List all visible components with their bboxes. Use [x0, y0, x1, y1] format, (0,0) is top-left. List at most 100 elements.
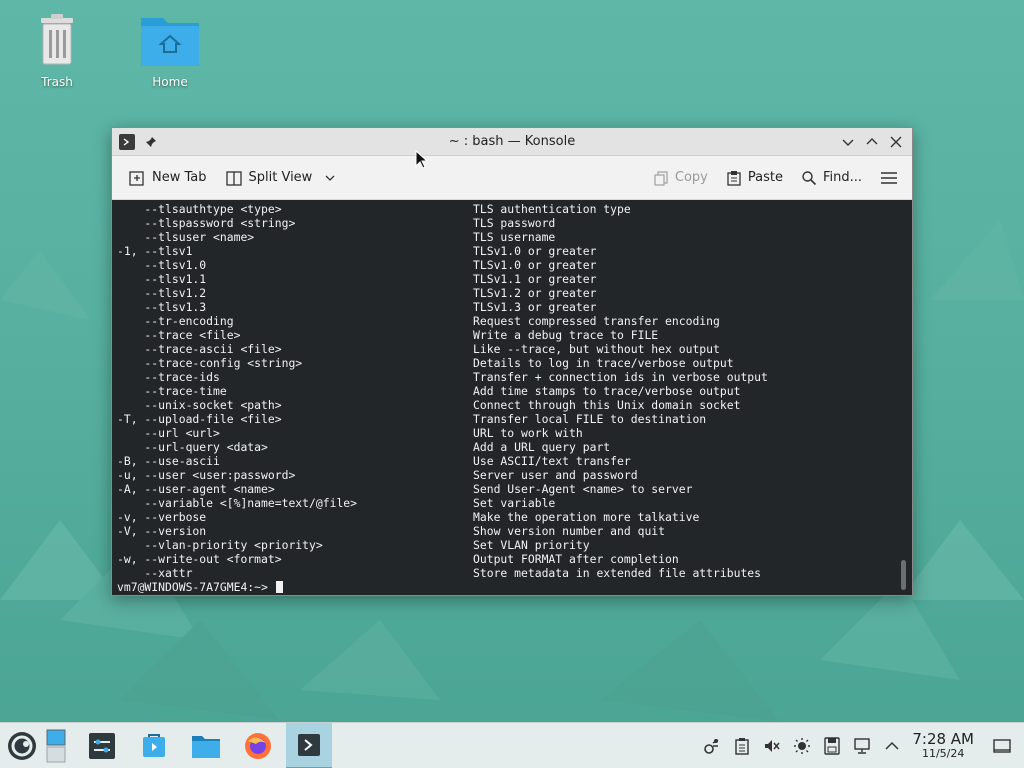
option-description: Make the operation more talkative: [473, 510, 700, 524]
taskbar-item-firefox[interactable]: [236, 723, 280, 768]
terminal-line: --tlspassword <string> TLS password: [117, 216, 912, 230]
terminal-line: -A, --user-agent <name> Send User-Agent <…: [117, 482, 912, 496]
option-description: TLSv1.2 or greater: [473, 286, 597, 300]
option-description: Transfer local FILE to destination: [473, 412, 707, 426]
taskbar-item-konsole[interactable]: [286, 722, 332, 768]
konsole-window[interactable]: ~ : bash — Konsole New Tab Split View Co…: [111, 127, 913, 596]
taskbar: 7:28 AM 11/5/24: [0, 722, 1024, 768]
option-description: Request compressed transfer encoding: [473, 314, 720, 328]
terminal-line: -T, --upload-file <file> Transfer local F…: [117, 412, 912, 426]
home-folder-icon: [141, 18, 199, 66]
terminal-line: --tlsauthtype <type> TLS authentication t…: [117, 202, 912, 216]
taskbar-item-discover[interactable]: [132, 723, 176, 768]
option-description: TLSv1.3 or greater: [473, 300, 597, 314]
terminal-line: --trace-ids Transfer + connection ids in …: [117, 370, 912, 384]
taskbar-item-pager[interactable]: [44, 723, 68, 768]
discover-store-icon: [143, 733, 165, 757]
system-settings-icon: [89, 732, 115, 759]
clock-date: 11/5/24: [921, 746, 965, 760]
copy-label: Copy: [674, 170, 708, 185]
taskbar-item-file-manager[interactable]: [184, 723, 228, 768]
chevron-up-icon[interactable]: [882, 736, 902, 756]
opensuse-logo-icon: [8, 731, 36, 760]
split-view-button[interactable]: Split View: [225, 169, 337, 187]
option-flag: --tlsv1.1: [117, 272, 207, 286]
option-flag: --trace-ascii <file>: [117, 342, 282, 356]
option-flag: -B, --use-ascii: [117, 454, 220, 468]
option-flag: -v, --verbose: [117, 510, 207, 524]
option-flag: --trace-config <string>: [117, 356, 303, 370]
split-view-icon: [225, 170, 242, 186]
terminal-line: -u, --user <user:password> Server user an…: [117, 468, 912, 482]
terminal-line: --unix-socket <path> Connect through this…: [117, 398, 912, 412]
option-flag: --variable <[%]name=text/@file>: [117, 496, 358, 510]
copy-icon: [654, 170, 668, 186]
clipboard-icon[interactable]: [732, 736, 752, 756]
search-icon: [802, 170, 817, 185]
maximize-button[interactable]: [864, 134, 880, 150]
terminal-line: --tlsuser <name> TLS username: [117, 230, 912, 244]
prompt-line: vm7@WINDOWS-7A7GME4:~>: [117, 580, 912, 594]
option-flag: -A, --user-agent <name>: [117, 482, 275, 496]
scrollbar-thumb[interactable]: [901, 560, 906, 590]
option-description: Set variable: [473, 496, 556, 510]
paste-button[interactable]: Paste: [726, 170, 783, 186]
terminal-line: --vlan-priority <priority> Set VLAN prior…: [117, 538, 912, 552]
option-flag: --tlsv1.0: [117, 258, 207, 272]
show-desktop-icon[interactable]: [992, 736, 1012, 756]
network-share-icon[interactable]: [702, 736, 722, 756]
option-flag: -w, --write-out <format>: [117, 552, 282, 566]
option-flag: -V, --version: [117, 524, 207, 538]
firefox-icon: [245, 732, 271, 759]
volume-muted-icon[interactable]: [762, 736, 782, 756]
option-flag: --xattr: [117, 566, 193, 580]
option-flag: --tlsv1.2: [117, 286, 207, 300]
konsole-icon: [298, 733, 320, 756]
terminal-area[interactable]: --tlsauthtype <type> TLS authentication t…: [112, 200, 912, 595]
mouse-pointer-icon: [415, 150, 429, 169]
minimize-button[interactable]: [840, 134, 856, 150]
option-flag: -T, --upload-file <file>: [117, 412, 282, 426]
option-description: TLS username: [473, 230, 556, 244]
application-launcher[interactable]: [0, 723, 44, 768]
new-tab-button[interactable]: New Tab: [128, 169, 207, 187]
terminal-line: --trace <file> Write a debug trace to FIL…: [117, 328, 912, 342]
option-description: TLSv1.0 or greater: [473, 244, 597, 258]
chevron-down-icon: [842, 139, 854, 146]
network-wired-icon[interactable]: [852, 736, 872, 756]
konsole-app-icon[interactable]: [119, 133, 135, 150]
brightness-icon[interactable]: [792, 736, 812, 756]
desktop-icon-home[interactable]: Home: [130, 12, 210, 89]
option-description: Add time stamps to trace/verbose output: [473, 384, 741, 398]
terminal-line: -B, --use-ascii Use ASCII/text transfer: [117, 454, 912, 468]
terminal-line: --url <url> URL to work with: [117, 426, 912, 440]
option-flag: --tlsuser <name>: [117, 230, 255, 244]
terminal-line: -v, --verbose Make the operation more tal…: [117, 510, 912, 524]
option-description: Show version number and quit: [473, 524, 666, 538]
close-button[interactable]: [888, 134, 904, 150]
digital-clock[interactable]: 7:28 AM 11/5/24: [912, 731, 974, 760]
titlebar[interactable]: ~ : bash — Konsole: [112, 128, 912, 156]
chevron-up-icon: [866, 137, 878, 144]
paste-label: Paste: [747, 170, 783, 185]
option-flag: --tr-encoding: [117, 314, 234, 328]
konsole-toolbar: New Tab Split View Copy Paste Find...: [112, 156, 912, 200]
pin-icon[interactable]: [143, 134, 159, 150]
terminal-line: --xattr Store metadata in extended file a…: [117, 566, 912, 580]
copy-button[interactable]: Copy: [653, 170, 708, 186]
taskbar-item-settings[interactable]: [80, 723, 124, 768]
option-flag: --trace-ids: [117, 370, 220, 384]
hamburger-menu-button[interactable]: [880, 170, 898, 186]
option-flag: --vlan-priority <priority>: [117, 538, 323, 552]
split-view-label: Split View: [248, 170, 313, 185]
storage-device-icon[interactable]: [822, 736, 842, 756]
text-cursor: [275, 581, 283, 593]
option-flag: --tlspassword <string>: [117, 216, 296, 230]
chevron-down-icon[interactable]: [324, 172, 336, 184]
option-description: Write a debug trace to FILE: [473, 328, 659, 342]
find-button[interactable]: Find...: [801, 170, 862, 186]
terminal-output: --tlsauthtype <type> TLS authentication t…: [117, 202, 912, 580]
desktop-icon-trash[interactable]: Trash: [17, 12, 97, 89]
terminal-line: --tlsv1.1 TLSv1.1 or greater: [117, 272, 912, 286]
terminal-line: --trace-ascii <file> Like --trace, but wi…: [117, 342, 912, 356]
